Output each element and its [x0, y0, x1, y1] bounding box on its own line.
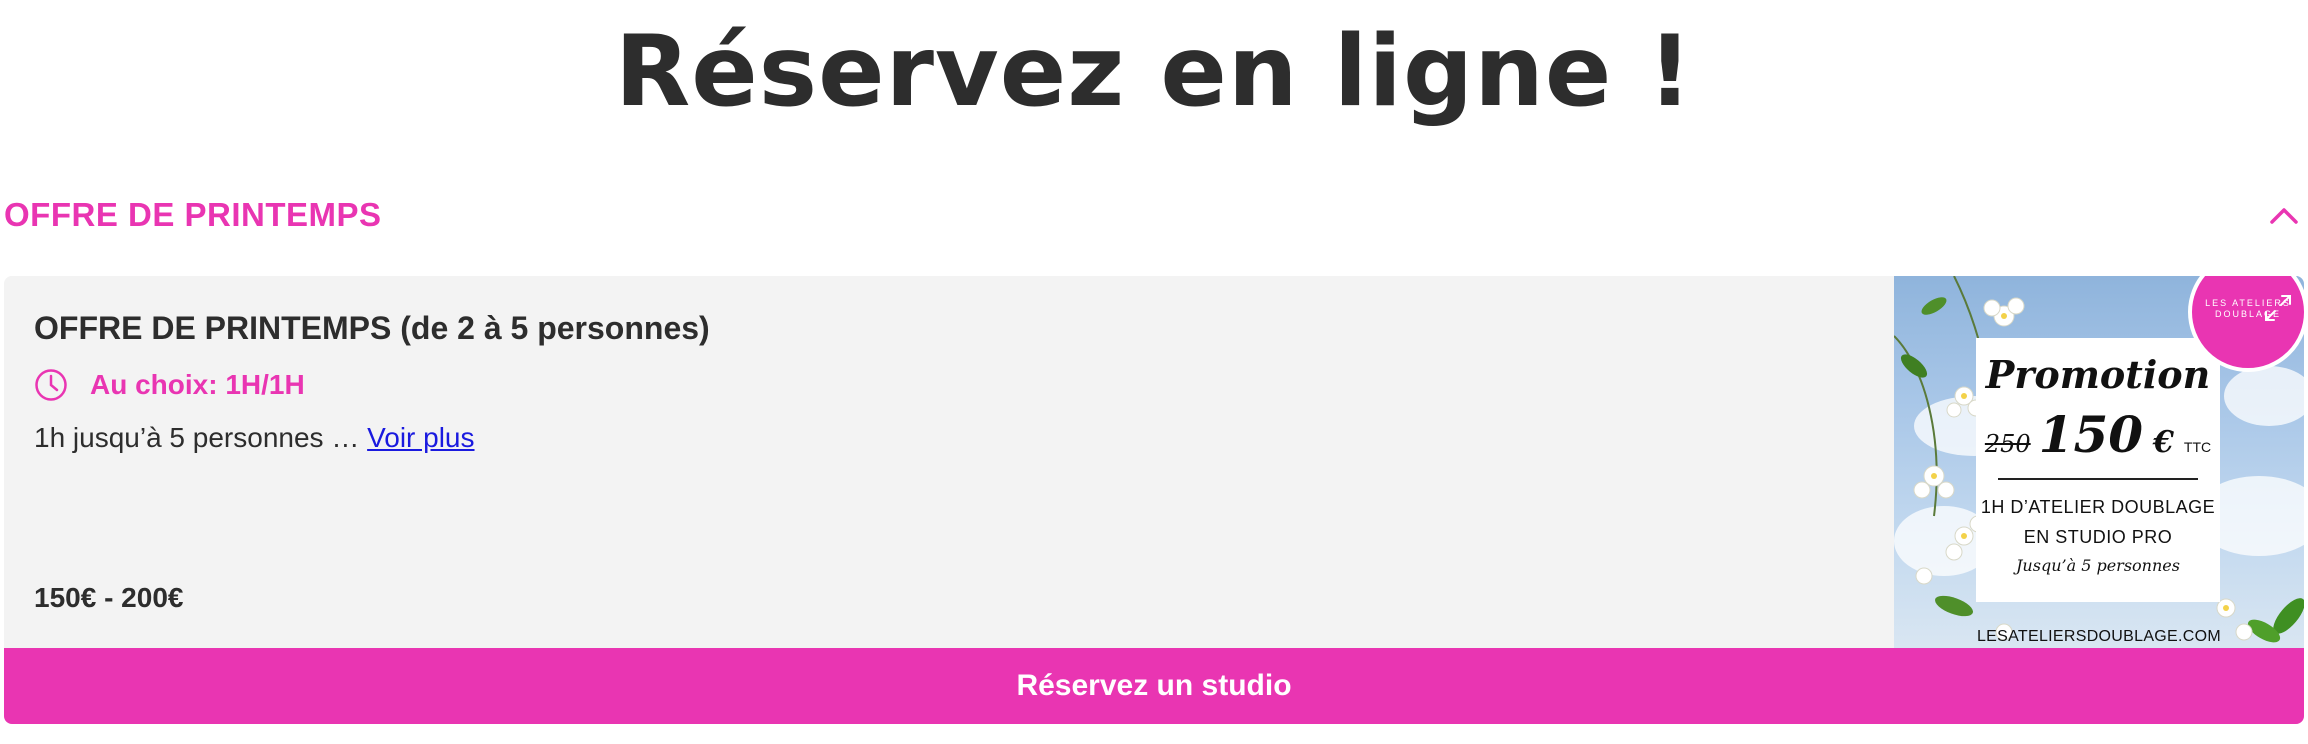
duration-row: Au choix: 1H/1H [34, 368, 305, 402]
offer-details: OFFRE DE PRINTEMPS (de 2 à 5 personnes) … [4, 276, 1894, 648]
book-studio-button[interactable]: Réservez un studio [4, 648, 2304, 724]
section-title: OFFRE DE PRINTEMPS [4, 196, 382, 233]
promo-price-row: 250 150 € TTC [1976, 405, 2220, 464]
promo-poster: Promotion 250 150 € TTC 1H D’ATELIER DOU… [1976, 338, 2220, 602]
expand-icon[interactable] [2260, 290, 2296, 326]
poster-divider [1998, 478, 2198, 480]
section-header-toggle[interactable]: OFFRE DE PRINTEMPS [4, 190, 2304, 240]
currency: € [2153, 425, 2174, 460]
new-price: 150 [2038, 405, 2144, 464]
description-text: 1h jusqu’à 5 personnes … [34, 422, 368, 453]
price-range: 150€ - 200€ [34, 582, 184, 613]
page-title: Réservez en ligne ! [614, 15, 1694, 129]
promo-line-3: Jusqu’à 5 personnes [2016, 556, 2180, 575]
offer-card: OFFRE DE PRINTEMPS (de 2 à 5 personnes) … [4, 276, 2304, 724]
promo-line-2: EN STUDIO PRO [2023, 527, 2173, 547]
offer-title: OFFRE DE PRINTEMPS (de 2 à 5 personnes) [34, 310, 710, 346]
promo-line-1: 1H D’ATELIER DOUBLAGE [1980, 497, 2216, 517]
clock-icon [34, 368, 68, 402]
promo-image[interactable]: Promotion 250 150 € TTC 1H D’ATELIER DOU… [1894, 276, 2304, 648]
chevron-up-icon[interactable] [2264, 195, 2304, 235]
website-label: LESATELIERSDOUBLAGE.COM [1976, 628, 2221, 645]
duration-text: Au choix: 1H/1H [90, 369, 305, 400]
promo-title: Promotion [1985, 352, 2211, 397]
offer-description: 1h jusqu’à 5 personnes … Voir plus [34, 422, 475, 454]
tax-label: TTC [2183, 439, 2212, 455]
old-price: 250 [1984, 430, 2031, 458]
see-more-link[interactable]: Voir plus [367, 422, 474, 453]
